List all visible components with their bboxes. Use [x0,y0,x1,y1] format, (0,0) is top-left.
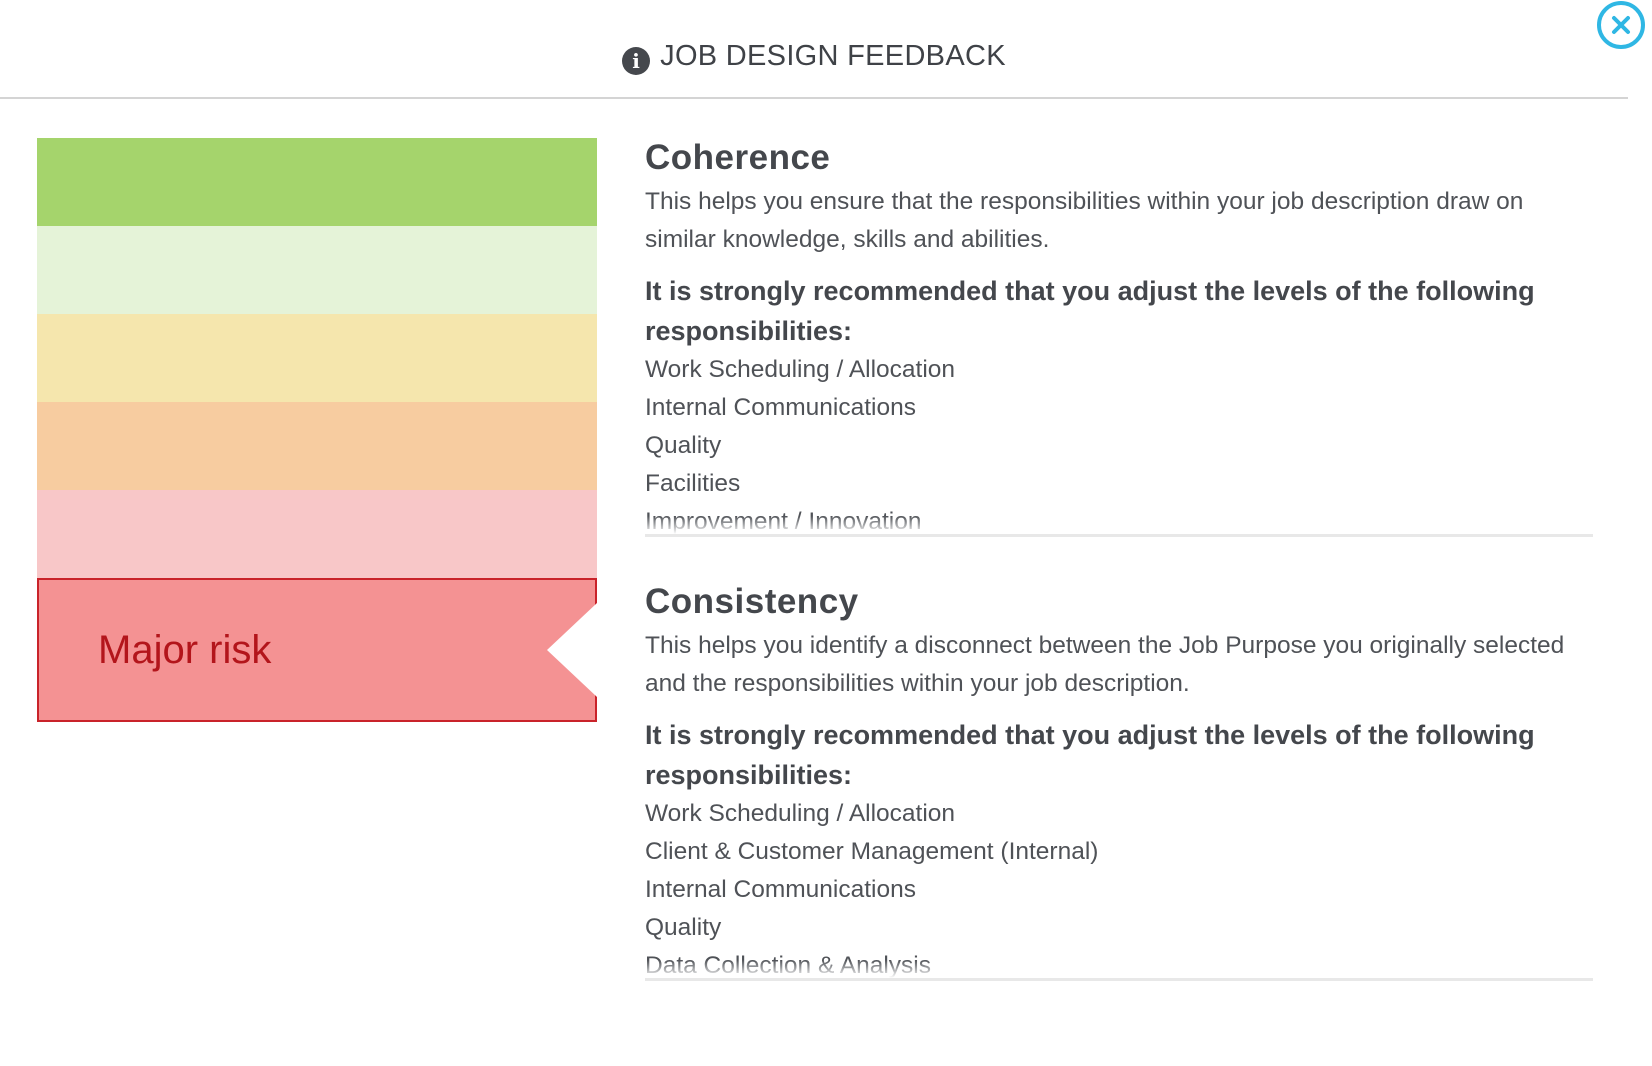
info-icon: i [622,47,651,75]
list-item: Facilities [645,470,741,497]
close-icon [1612,16,1630,34]
responsibility-list[interactable]: Work Scheduling / Allocation Internal Co… [645,351,1593,537]
dialog-header: i JOB DESIGN FEEDBACK [0,0,1628,99]
list-item: Improvement / Innovation [645,508,922,535]
risk-band-selected: Major risk [37,578,597,722]
pointer-notch [547,603,597,697]
responsibility-list[interactable]: Work Scheduling / Allocation Client & Cu… [645,795,1593,981]
list-item: Internal Communications [645,394,916,421]
risk-scale: Major risk [37,138,597,722]
list-item: Work Scheduling / Allocation [645,800,956,827]
list-item: Internal Communications [645,876,916,903]
list-item: Quality [645,432,722,459]
feedback-sections: Coherence This helps you ensure that the… [645,135,1593,981]
section-recommendation: It is strongly recommended that you adju… [645,720,1535,790]
list-item: Data Collection & Analysis [645,952,931,979]
section-consistency: Consistency This helps you identify a di… [645,579,1593,981]
dialog-title-text: JOB DESIGN FEEDBACK [660,40,1006,72]
section-description: This helps you identify a disconnect bet… [645,632,1565,697]
risk-band-1 [37,138,597,226]
section-description: This helps you ensure that the responsib… [645,188,1524,253]
section-title: Coherence [645,138,831,177]
risk-band-5 [37,490,597,578]
risk-band-2 [37,226,597,314]
section-recommendation: It is strongly recommended that you adju… [645,276,1535,346]
close-button[interactable] [1597,1,1645,49]
dialog-title: i JOB DESIGN FEEDBACK [0,40,1628,75]
section-coherence: Coherence This helps you ensure that the… [645,135,1593,537]
list-item: Client & Customer Management (Internal) [645,838,1099,865]
risk-level-label: Major risk [98,628,272,672]
risk-band-4 [37,402,597,490]
section-title: Consistency [645,582,859,621]
risk-band-3 [37,314,597,402]
list-item: Quality [645,914,722,941]
list-item: Work Scheduling / Allocation [645,356,956,383]
